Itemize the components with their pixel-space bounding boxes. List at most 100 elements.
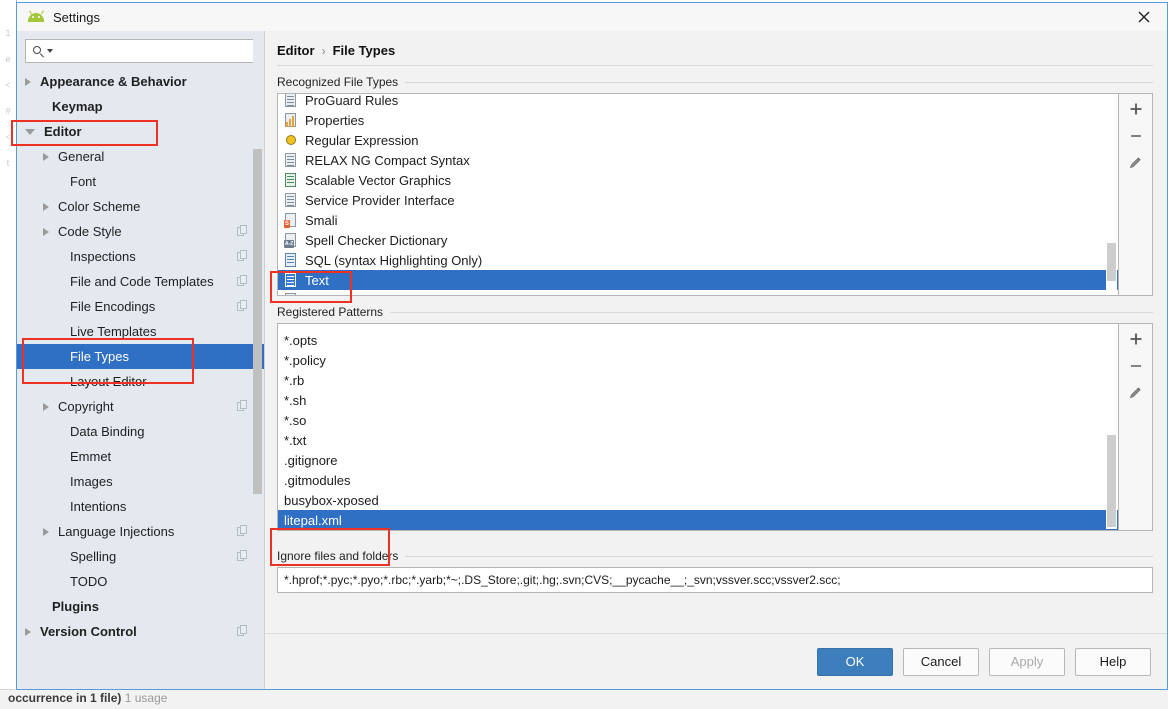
sidebar-item-inspections[interactable]: Inspections [17, 244, 264, 269]
sidebar-item-emmet[interactable]: Emmet [17, 444, 264, 469]
file-type-row[interactable]: S Smali [278, 210, 1118, 230]
remove-file-type-button[interactable] [1123, 126, 1149, 150]
pattern-row[interactable]: *.so [278, 410, 1118, 430]
sidebar-item-label: Copyright [58, 399, 114, 414]
file-type-row[interactable]: Scalable Vector Graphics [278, 170, 1118, 190]
chevron-right-icon[interactable] [43, 402, 49, 411]
settings-main-panel: Editor › File Types Recognized File Type… [265, 31, 1167, 689]
add-file-type-button[interactable] [1123, 99, 1149, 123]
sidebar-item-general[interactable]: General [17, 144, 264, 169]
copy-settings-icon[interactable] [237, 525, 248, 537]
copy-settings-icon[interactable] [237, 400, 248, 412]
ignore-files-input[interactable] [277, 567, 1153, 593]
search-input[interactable] [57, 41, 255, 61]
remove-pattern-button[interactable] [1123, 356, 1149, 380]
copy-settings-icon[interactable] [237, 225, 248, 237]
sidebar-item-layout-editor[interactable]: Layout Editor [17, 369, 264, 394]
chevron-right-icon[interactable] [43, 152, 49, 161]
pattern-label: .gitignore [284, 452, 338, 468]
copy-settings-icon[interactable] [237, 250, 248, 262]
chevron-right-icon[interactable] [43, 527, 49, 536]
recognized-list-scrollbar[interactable] [1106, 95, 1117, 294]
sidebar-item-copyright[interactable]: Copyright [17, 394, 264, 419]
copy-settings-icon[interactable] [237, 625, 248, 637]
sidebar-item-keymap[interactable]: Keymap [17, 94, 264, 119]
pattern-row[interactable]: *.sh [278, 390, 1118, 410]
pattern-row[interactable]: *.policy [278, 350, 1118, 370]
sidebar-item-editor[interactable]: Editor [17, 119, 264, 144]
file-type-row[interactable]: Properties [278, 110, 1118, 130]
edit-pattern-button[interactable] [1123, 383, 1149, 407]
sidebar-item-spelling[interactable]: Spelling [17, 544, 264, 569]
sidebar-item-label: Images [70, 474, 113, 489]
add-pattern-button[interactable] [1123, 329, 1149, 353]
sidebar-item-language-injections[interactable]: Language Injections [17, 519, 264, 544]
close-icon[interactable] [1121, 3, 1167, 31]
chevron-right-icon[interactable] [25, 627, 31, 636]
search-icon [32, 44, 46, 58]
chevron-right-icon[interactable] [43, 227, 49, 236]
sidebar-item-code-style[interactable]: Code Style [17, 219, 264, 244]
pattern-row[interactable]: *.opts [278, 330, 1118, 350]
pattern-row[interactable]: .gitmodules [278, 470, 1118, 490]
copy-settings-icon[interactable] [237, 300, 248, 312]
recognized-file-types-section: Recognized File Types ProGuard Rules Prop… [265, 66, 1167, 296]
recognized-list-scrollbar-thumb[interactable] [1107, 243, 1116, 281]
dialog-title-bar: Settings [17, 3, 1167, 31]
chevron-down-icon[interactable] [25, 128, 35, 135]
pattern-row[interactable]: litepal.xml [278, 510, 1118, 530]
chevron-right-icon[interactable] [25, 77, 31, 86]
registered-patterns-title: Registered Patterns [277, 305, 384, 319]
edit-file-type-button[interactable] [1123, 153, 1149, 177]
file-type-label: Spell Checker Dictionary [305, 232, 448, 248]
pattern-label: *.txt [284, 432, 307, 448]
chevron-down-icon[interactable] [47, 49, 53, 53]
sidebar-scrollbar-thumb[interactable] [253, 149, 262, 494]
file-type-row[interactable]: Text [278, 270, 1118, 290]
pattern-row[interactable]: *.rb [278, 370, 1118, 390]
file-type-row[interactable]: SQL (syntax Highlighting Only) [278, 250, 1118, 270]
sidebar-scrollbar[interactable] [253, 31, 262, 689]
file-type-label: Text [305, 272, 329, 288]
pattern-row-partial[interactable] [278, 324, 1118, 330]
file-type-row[interactable]: ProGuard Rules [278, 94, 1118, 110]
patterns-list-scrollbar-thumb[interactable] [1107, 435, 1116, 527]
sidebar-item-appearance-behavior[interactable]: Appearance & Behavior [17, 69, 264, 94]
sidebar-item-intentions[interactable]: Intentions [17, 494, 264, 519]
copy-settings-icon[interactable] [237, 550, 248, 562]
settings-tree: Appearance & Behavior Keymap Editor General… [17, 69, 264, 689]
file-type-row-partial[interactable] [278, 290, 1118, 295]
pattern-row[interactable]: *.txt [278, 430, 1118, 450]
file-type-row[interactable]: Service Provider Interface [278, 190, 1118, 210]
sidebar-item-live-templates[interactable]: Live Templates [17, 319, 264, 344]
patterns-list-scrollbar[interactable] [1106, 325, 1117, 529]
sidebar-item-version-control[interactable]: Version Control [17, 619, 264, 644]
sidebar-item-data-binding[interactable]: Data Binding [17, 419, 264, 444]
cancel-button[interactable]: Cancel [903, 647, 979, 676]
sidebar-item-file-encodings[interactable]: File Encodings [17, 294, 264, 319]
copy-settings-icon[interactable] [237, 275, 248, 287]
ignore-files-label: Ignore files and folders [277, 549, 399, 563]
ok-button[interactable]: OK [817, 647, 893, 676]
registered-patterns-list[interactable]: *.opts *.policy *.rb *.sh *.so *.txt .gitignor… [277, 323, 1119, 531]
sidebar-item-images[interactable]: Images [17, 469, 264, 494]
file-type-row[interactable]: A-Z Spell Checker Dictionary [278, 230, 1118, 250]
file-type-row[interactable]: RELAX NG Compact Syntax [278, 150, 1118, 170]
sidebar-item-todo[interactable]: TODO [17, 569, 264, 594]
sidebar-item-plugins[interactable]: Plugins [17, 594, 264, 619]
sidebar-item-file-and-code-templates[interactable]: File and Code Templates [17, 269, 264, 294]
ide-left-gutter: 1 e < # < t [5, 28, 11, 168]
status-bar-usage: 1 usage [124, 691, 168, 705]
pattern-row[interactable]: .gitignore [278, 450, 1118, 470]
help-button[interactable]: Help [1075, 647, 1151, 676]
recognized-file-types-list[interactable]: ProGuard Rules Properties Regular Expressi… [277, 93, 1119, 296]
pattern-row[interactable]: busybox-xposed [278, 490, 1118, 510]
chevron-right-icon[interactable] [43, 202, 49, 211]
sidebar-item-file-types[interactable]: File Types [17, 344, 264, 369]
sidebar-item-label: Emmet [70, 449, 112, 464]
file-type-row[interactable]: Regular Expression [278, 130, 1118, 150]
sidebar-item-font[interactable]: Font [17, 169, 264, 194]
search-box[interactable] [25, 39, 256, 63]
sidebar-item-color-scheme[interactable]: Color Scheme [17, 194, 264, 219]
breadcrumb-parent[interactable]: Editor [277, 43, 315, 58]
